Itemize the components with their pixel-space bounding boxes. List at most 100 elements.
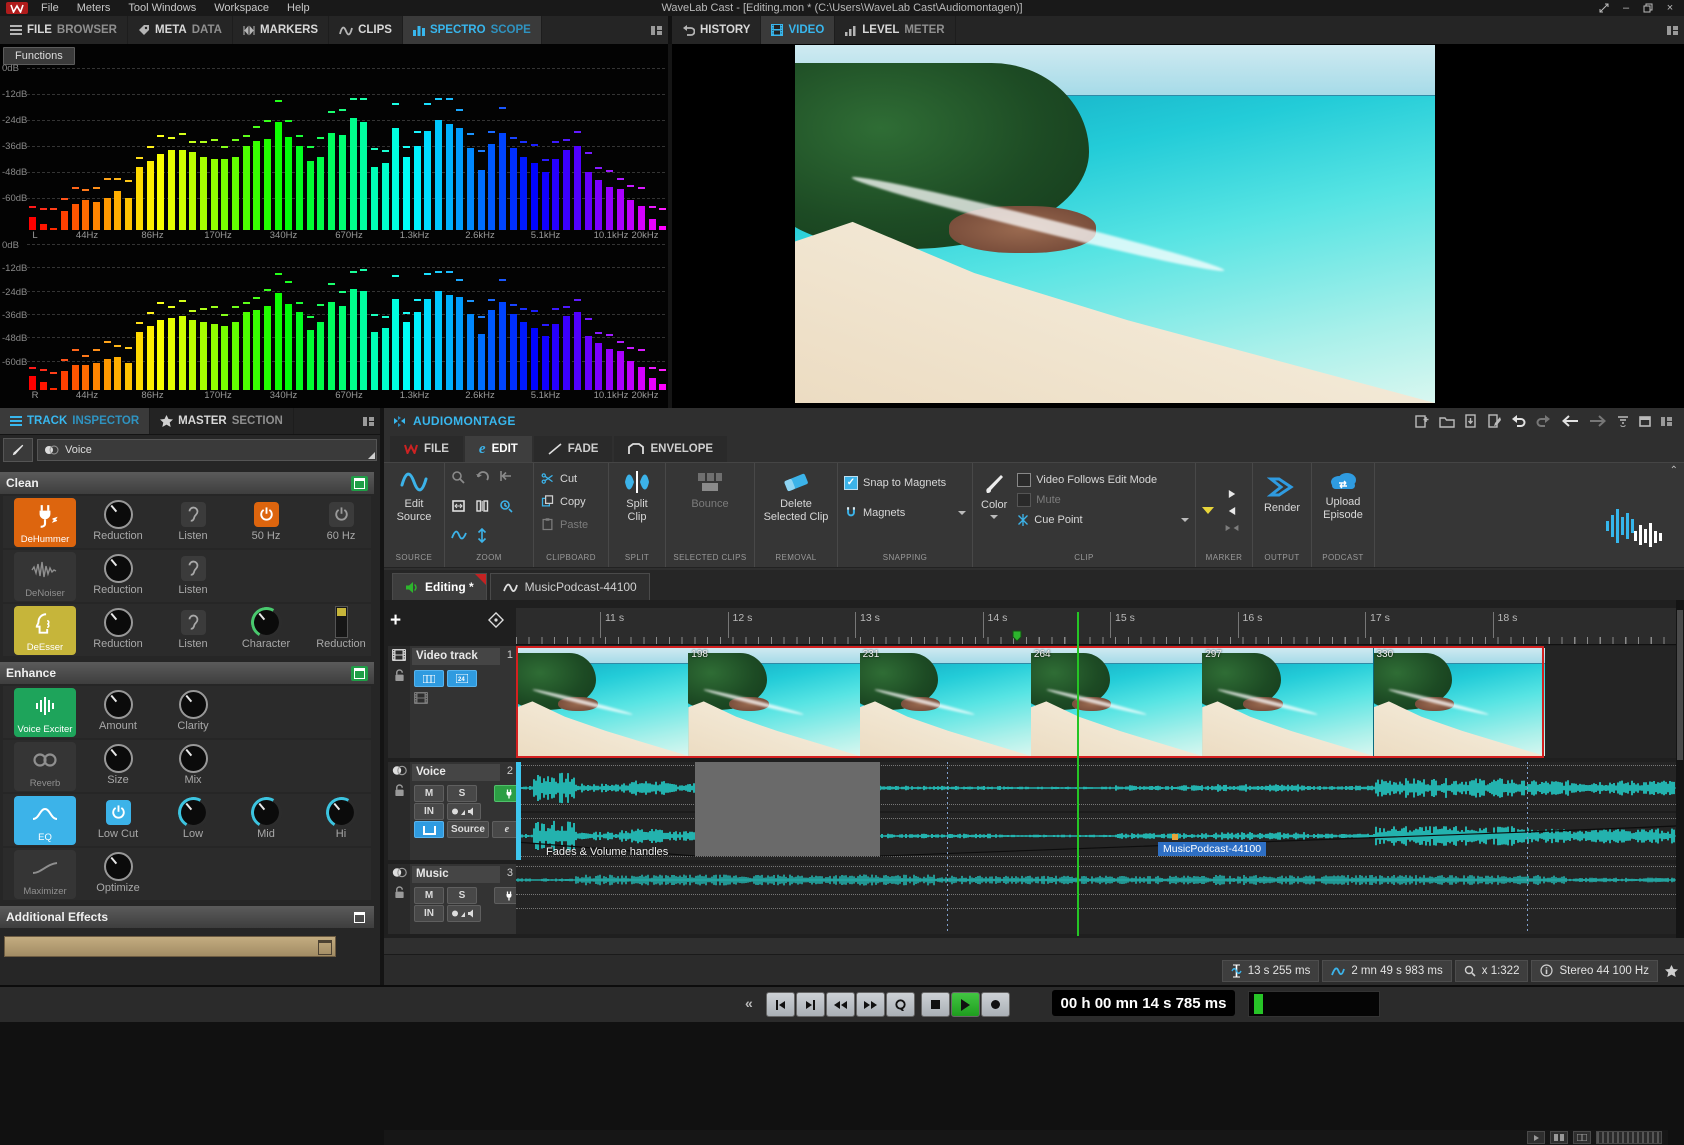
snap-to-magnets-checkbox[interactable]: ✓Snap to Magnets [844, 472, 966, 493]
video-thumbnail[interactable]: 198 [687, 648, 859, 756]
menu-tool-windows[interactable]: Tool Windows [119, 2, 205, 14]
knob-icon[interactable] [104, 500, 133, 529]
copy-button[interactable]: Copy [540, 491, 602, 512]
status-zoom[interactable]: x 1:322 [1455, 960, 1529, 982]
left-tab-metadata[interactable]: METADATA [128, 16, 233, 44]
eq-button[interactable]: EQ [14, 796, 76, 845]
go-to-end-button[interactable] [796, 992, 825, 1017]
video-thumbnail[interactable]: 330 [1373, 648, 1545, 756]
go-to-start-button[interactable] [766, 992, 795, 1017]
ribbon-collapse-icon[interactable]: ⌃ [1670, 465, 1678, 476]
knob-icon[interactable] [252, 608, 281, 637]
dehummer-button[interactable]: DeHummer [14, 498, 76, 547]
zoom-left-edge-icon[interactable] [499, 470, 513, 494]
status-format[interactable]: Stereo 44 100 Hz [1531, 960, 1658, 982]
monitor-icons[interactable] [447, 803, 481, 820]
knobarc-character[interactable]: Character [226, 607, 306, 650]
knob-mix[interactable]: Mix [153, 743, 233, 786]
ribbon-tab-edit[interactable]: eEDIT [465, 436, 532, 462]
menu-workspace[interactable]: Workspace [205, 2, 278, 14]
listen-listen[interactable]: Listen [153, 499, 233, 542]
ear-icon[interactable] [181, 610, 206, 635]
panel-options-icon[interactable] [651, 26, 662, 35]
panel-options-icon[interactable] [363, 417, 374, 426]
section-header-enhance[interactable]: Enhance [0, 662, 374, 684]
zoom-time-icon[interactable] [499, 499, 514, 523]
playhead-cursor[interactable] [1077, 612, 1079, 936]
reverb-button[interactable]: Reverb [14, 742, 76, 791]
zoom-columns-icon[interactable] [475, 499, 490, 523]
stop-button[interactable] [921, 992, 950, 1017]
solo-button[interactable]: S [447, 785, 477, 802]
zoom-undo-icon[interactable] [475, 470, 490, 494]
powerblue-low-cut[interactable]: Low Cut [78, 797, 158, 840]
menu-meters[interactable]: Meters [68, 2, 120, 14]
right-tab-video[interactable]: VIDEO [761, 16, 835, 44]
delete-selected-clip-button[interactable]: DeleteSelected Clip [762, 468, 831, 553]
monitor-icons[interactable] [447, 905, 481, 922]
power-icon[interactable] [254, 502, 279, 527]
denoiser-button[interactable]: DeNoiser [14, 552, 76, 601]
additional-effects-slot[interactable] [4, 936, 336, 957]
left-tab-markers[interactable]: MARKERS [233, 16, 329, 44]
status-tools-icon[interactable] [1665, 965, 1678, 977]
listen-listen[interactable]: Listen [153, 553, 233, 596]
horizontal-scrollbar[interactable] [384, 1130, 1668, 1145]
knob-icon[interactable] [179, 744, 208, 773]
loop-button[interactable] [886, 992, 915, 1017]
knob-icon[interactable] [179, 690, 208, 719]
insert-marker-button[interactable] [1229, 490, 1235, 498]
knobarc-hi[interactable]: Hi [301, 797, 374, 840]
left-tab-filebrowser[interactable]: FILEBROWSER [0, 16, 128, 44]
scroll-grid-icon[interactable] [1573, 1131, 1591, 1144]
nav-forward-icon[interactable] [1589, 415, 1607, 427]
video-track-content[interactable]: 330297264231198 [516, 646, 1676, 758]
right-tab-levelmeter[interactable]: LEVELMETER [835, 16, 955, 44]
knob-optimize[interactable]: Optimize [78, 851, 158, 894]
green-marker-icon[interactable] [1012, 630, 1022, 642]
knob-clarity[interactable]: Clarity [153, 689, 233, 732]
inspector-tab-track[interactable]: TRACKINSPECTOR [0, 408, 150, 434]
record-button[interactable] [981, 992, 1010, 1017]
cut-button[interactable]: Cut [540, 468, 602, 489]
knob-icon[interactable] [104, 608, 133, 637]
panel-options-icon[interactable] [1667, 26, 1678, 35]
new-montage-icon[interactable] [1415, 414, 1429, 428]
knob-icon[interactable] [104, 744, 133, 773]
render-button[interactable]: Render [1262, 474, 1302, 553]
music-track-content[interactable] [516, 864, 1676, 934]
power-60-hz[interactable]: 60 Hz [301, 499, 374, 542]
power-icon[interactable] [106, 800, 131, 825]
zoom-slider[interactable] [1596, 1131, 1662, 1144]
restore-button[interactable] [1638, 1, 1658, 15]
open-folder-icon[interactable] [1439, 415, 1455, 428]
film-play-icon[interactable] [414, 692, 428, 704]
voice-exciter-button[interactable]: Voice Exciter [14, 688, 76, 737]
scroll-play-icon[interactable] [1527, 1131, 1545, 1144]
add-track-button[interactable]: + [390, 610, 401, 632]
cue-point-dropdown[interactable]: Cue Point [1017, 512, 1189, 527]
mute-button[interactable]: M [414, 887, 444, 904]
zoom-fit-icon[interactable] [451, 499, 466, 523]
play-button[interactable] [951, 992, 980, 1017]
solo-button[interactable]: S [447, 887, 477, 904]
ribbon-tab-file[interactable]: FILE [390, 436, 463, 462]
knobarc-low[interactable]: Low [153, 797, 233, 840]
knob-reduction[interactable]: Reduction [78, 499, 158, 542]
montage-tab-musicpodcast[interactable]: MusicPodcast-44100 [490, 573, 650, 600]
mute-button[interactable]: M [414, 785, 444, 802]
status-duration[interactable]: 2 mn 49 s 983 ms [1322, 960, 1451, 982]
lock-icon[interactable] [394, 886, 405, 899]
minimize-button[interactable]: – [1616, 1, 1636, 15]
maximize-panel-icon[interactable] [1639, 416, 1651, 427]
left-tab-spectroscope[interactable]: SPECTROSCOPE [403, 16, 542, 44]
paste-button[interactable]: Paste [540, 514, 602, 535]
track-name[interactable]: Video track [412, 648, 500, 665]
voice-track-content[interactable]: Fades & Volume handles MusicPodcast-4410… [516, 762, 1676, 860]
section-header-additional-effects[interactable]: Additional Effects [0, 906, 374, 928]
video-thumbnail[interactable]: 231 [859, 648, 1031, 756]
lock-icon[interactable] [394, 784, 405, 797]
undo-icon[interactable] [1511, 415, 1526, 428]
marker-type-dropdown[interactable] [1202, 507, 1214, 514]
brush-icon[interactable] [3, 438, 33, 462]
